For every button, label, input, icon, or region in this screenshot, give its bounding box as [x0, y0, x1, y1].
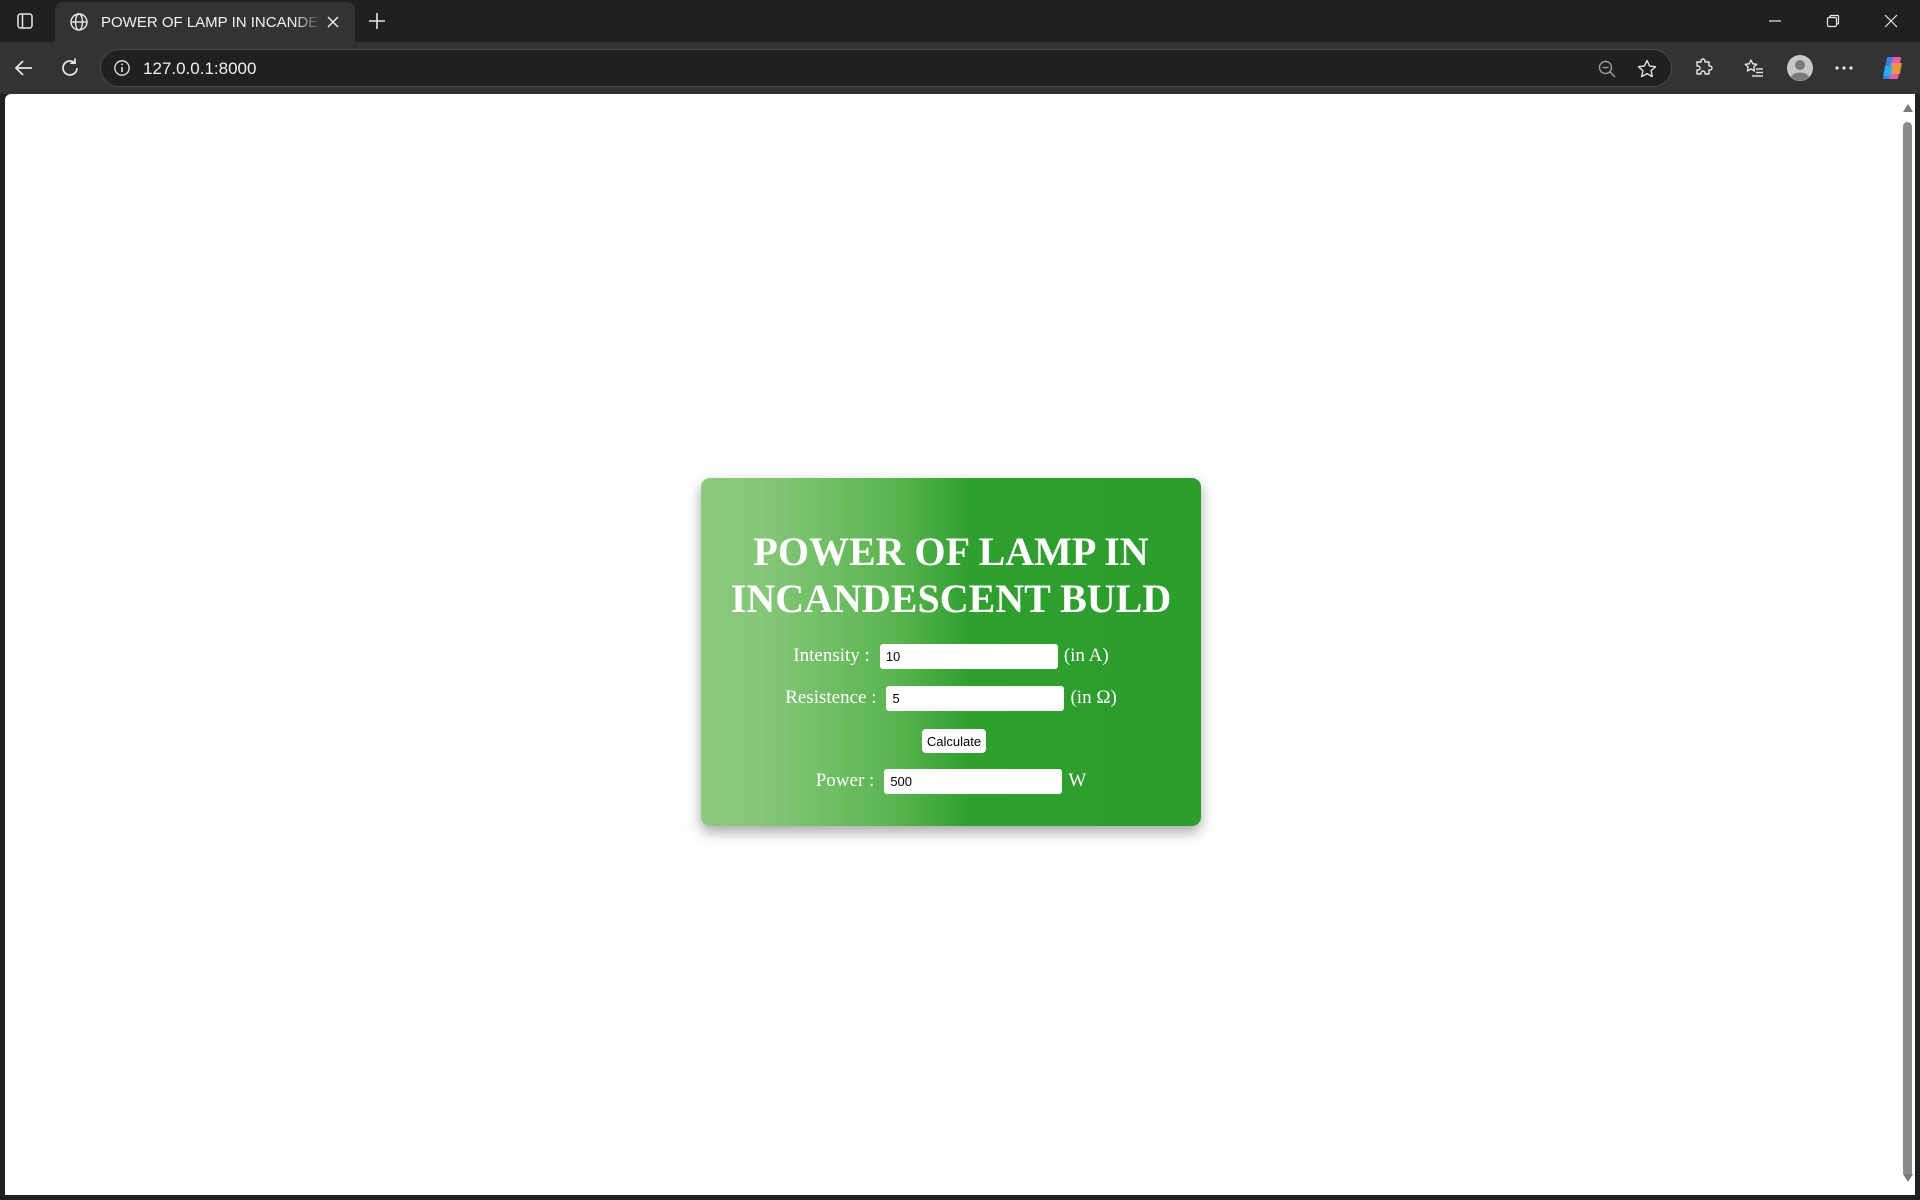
calculator-card: POWER OF LAMP IN INCANDESCENT BULD Inten…: [701, 478, 1201, 826]
zoom-out-icon[interactable]: [1593, 55, 1621, 83]
intensity-unit: (in A): [1063, 645, 1109, 666]
resistance-label: Resistence :: [785, 687, 877, 708]
page-viewport: POWER OF LAMP IN INCANDESCENT BULD Inten…: [5, 94, 1900, 1195]
favorite-star-icon[interactable]: [1633, 55, 1661, 83]
power-row: Power : W: [701, 766, 1201, 796]
tab-title: POWER OF LAMP IN INCANDESCENT BULD: [101, 13, 321, 31]
close-window-icon[interactable]: [1862, 0, 1920, 42]
more-options-icon[interactable]: [1826, 50, 1862, 86]
address-bar[interactable]: 127.0.0.1:8000: [100, 49, 1672, 87]
resistance-row: Resistence : (in Ω): [701, 683, 1201, 713]
power-unit: W: [1068, 770, 1087, 791]
tab-actions-icon[interactable]: [10, 6, 40, 36]
title-line-1: POWER OF LAMP IN: [753, 529, 1149, 574]
new-tab-icon[interactable]: [362, 6, 392, 36]
extensions-icon[interactable]: [1686, 50, 1722, 86]
close-tab-icon[interactable]: [321, 10, 345, 34]
title-line-2: INCANDESCENT BULD: [730, 576, 1172, 621]
vertical-scrollbar[interactable]: [1900, 94, 1915, 1195]
power-output[interactable]: [884, 768, 1063, 794]
page-title: POWER OF LAMP IN INCANDESCENT BULD: [701, 528, 1201, 622]
scrollbar-thumb[interactable]: [1903, 122, 1912, 1177]
scroll-up-arrow-icon[interactable]: [1902, 102, 1913, 113]
back-icon[interactable]: [6, 50, 42, 86]
resistance-unit: (in Ω): [1070, 687, 1117, 708]
restore-icon[interactable]: [1804, 0, 1862, 42]
globe-icon: [67, 10, 91, 34]
profile-avatar-icon[interactable]: [1782, 50, 1818, 86]
power-label: Power :: [815, 770, 875, 791]
refresh-icon[interactable]: [52, 50, 88, 86]
resistance-input[interactable]: [886, 685, 1065, 711]
site-info-icon[interactable]: [109, 55, 135, 81]
browser-toolbar: 127.0.0.1:8000: [0, 42, 1920, 94]
intensity-label: Intensity :: [793, 645, 870, 666]
url-text: 127.0.0.1:8000: [143, 59, 257, 78]
copilot-icon[interactable]: [1874, 50, 1910, 86]
favorites-icon[interactable]: [1736, 50, 1772, 86]
minimize-icon[interactable]: [1746, 0, 1804, 42]
calculate-button[interactable]: Calculate: [922, 729, 986, 753]
scroll-down-arrow-icon[interactable]: [1902, 1172, 1913, 1183]
tab-strip: POWER OF LAMP IN INCANDESCENT BULD: [0, 0, 1920, 42]
intensity-input[interactable]: [879, 643, 1058, 669]
intensity-row: Intensity : (in A): [701, 641, 1201, 671]
active-tab[interactable]: POWER OF LAMP IN INCANDESCENT BULD: [55, 2, 355, 42]
